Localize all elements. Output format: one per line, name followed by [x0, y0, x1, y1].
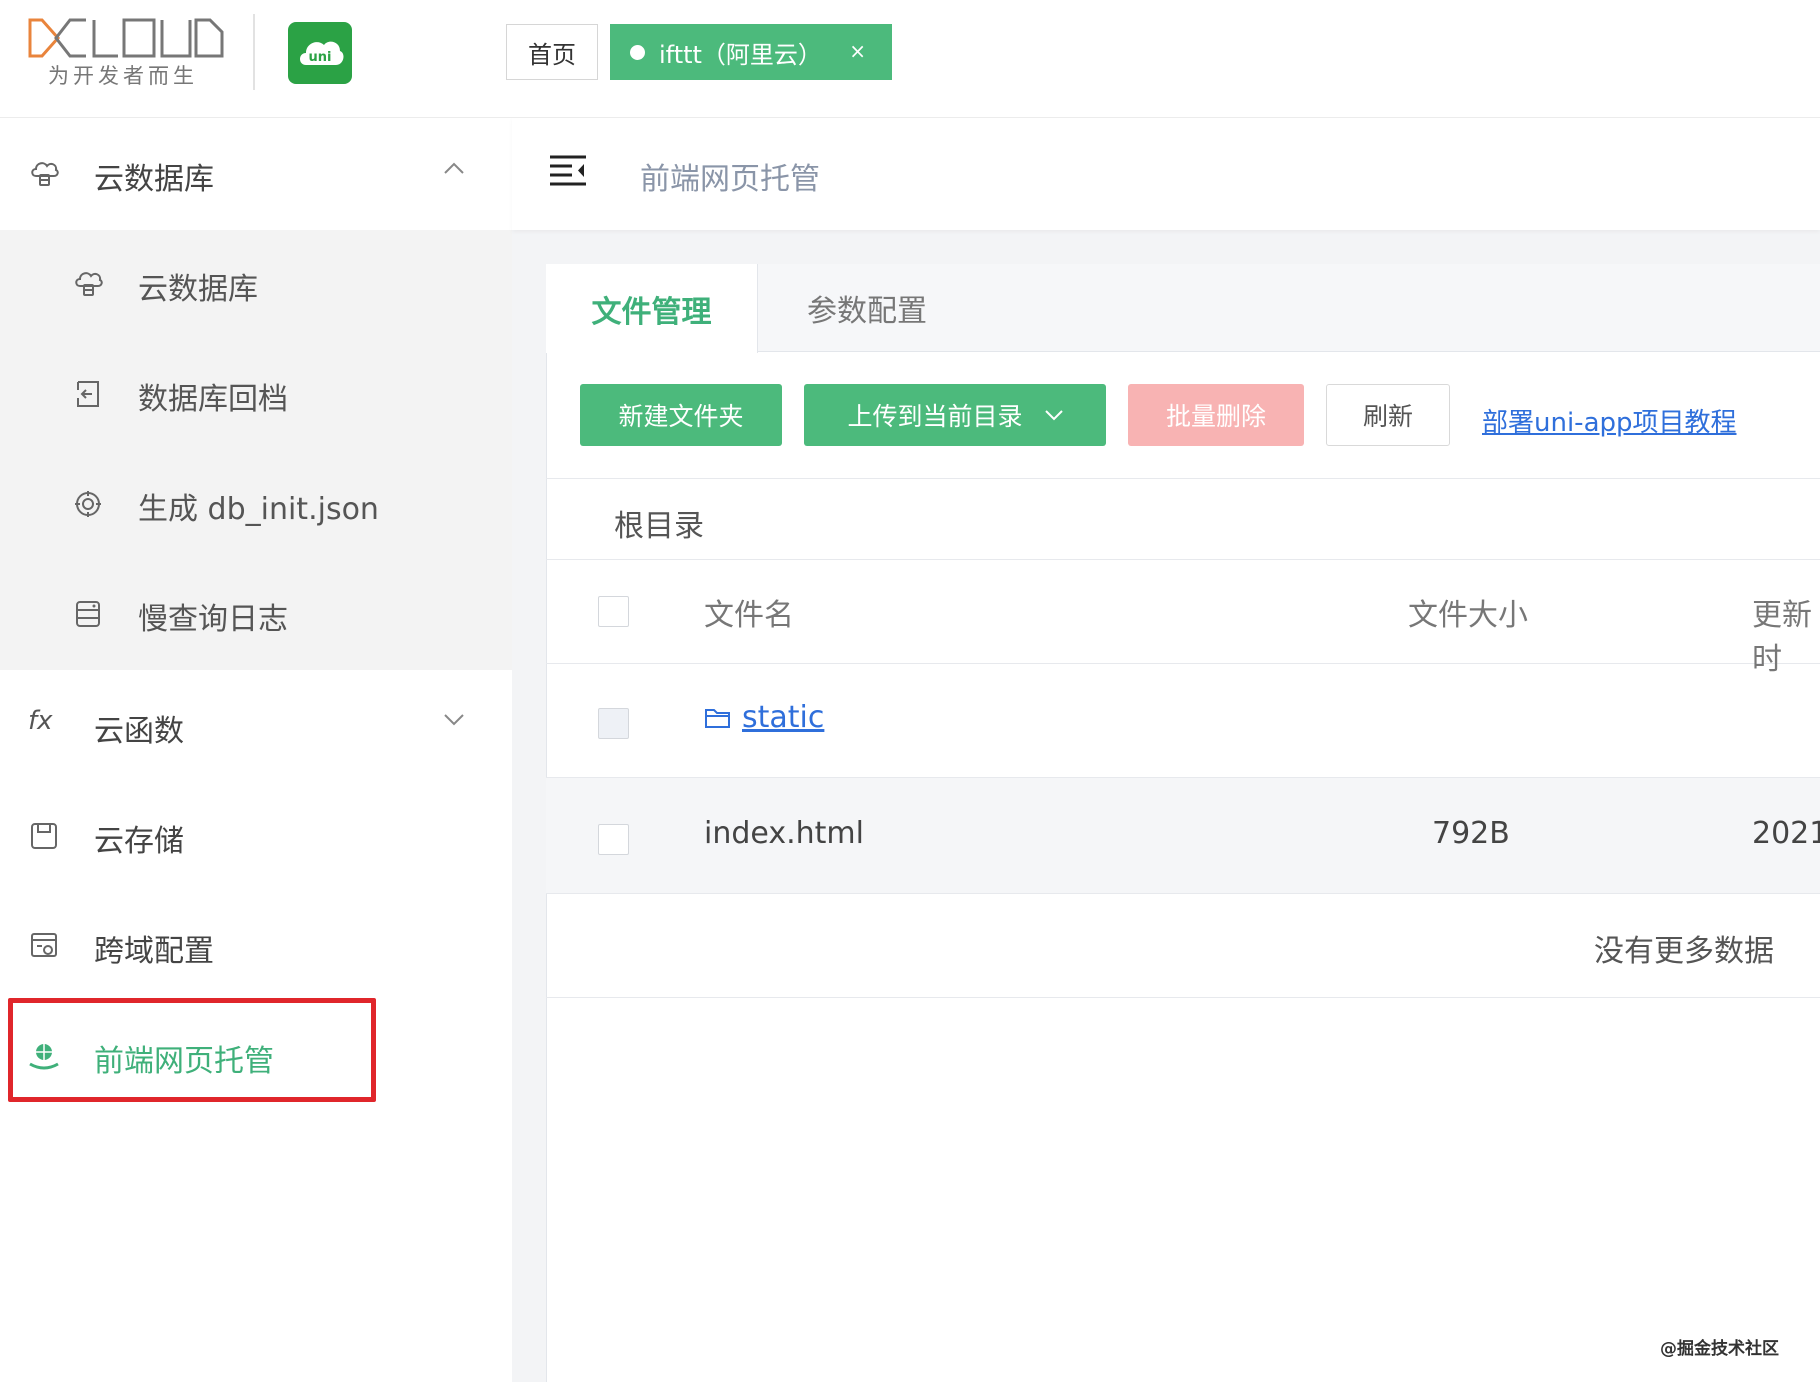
sidebar-item-label: 数据库回档 — [138, 382, 288, 417]
table-row[interactable]: static — [546, 664, 1820, 778]
sidebar-item-label: 云函数 — [94, 714, 184, 749]
uni-logo[interactable]: uni — [288, 22, 352, 84]
root-dir-label[interactable]: 根目录 — [614, 501, 704, 545]
generate-icon — [75, 491, 101, 517]
sidebar-item-cloud-storage[interactable]: 云存储 — [0, 782, 512, 892]
tab-close-icon[interactable]: × — [849, 39, 866, 63]
table-footer: 没有更多数据 — [546, 894, 1820, 998]
storage-icon — [31, 823, 57, 849]
file-updated: 2021 — [1752, 816, 1820, 851]
tab-status-dot-icon — [630, 44, 645, 60]
refresh-button[interactable]: 刷新 — [1326, 384, 1450, 446]
batch-delete-button[interactable]: 批量删除 — [1128, 384, 1304, 446]
cloud-database-icon — [31, 162, 59, 186]
log-icon — [76, 601, 100, 627]
row-checkbox — [598, 708, 629, 739]
table-row[interactable]: index.html 792B 2021 — [546, 778, 1820, 894]
upload-button[interactable]: 上传到当前目录 — [804, 384, 1106, 446]
tab-ifttt[interactable]: ifttt（阿里云） × — [610, 24, 892, 80]
dcloud-wordmark-icon — [28, 18, 224, 58]
sidebar-group-database-label: 云数据库 — [94, 162, 214, 197]
tab-params-config[interactable]: 参数配置 — [758, 264, 976, 352]
sidebar: 云数据库 云数据库 数据库回档 生成 db_init.json 慢查询日志 fx… — [0, 118, 512, 1382]
table-header: 文件名 文件大小 更新时 — [546, 560, 1820, 677]
select-all-checkbox[interactable] — [598, 596, 629, 627]
chevron-down-icon — [1044, 409, 1063, 420]
watermark: @掘金技术社区 — [1660, 1339, 1779, 1359]
folder-icon — [705, 709, 730, 728]
breadcrumb-root-dir: 根目录 — [546, 478, 1820, 560]
new-folder-button[interactable]: 新建文件夹 — [580, 384, 782, 446]
no-more-data: 没有更多数据 — [1594, 934, 1774, 969]
database-submenu: 云数据库 数据库回档 生成 db_init.json 慢查询日志 — [0, 230, 512, 670]
sidebar-item-cloud-database[interactable]: 云数据库 — [0, 230, 512, 340]
function-icon: fx — [28, 706, 53, 736]
sidebar-item-label: 云数据库 — [138, 272, 258, 307]
chevron-up-icon[interactable] — [444, 162, 464, 174]
dcloud-logo[interactable]: 为开发者而生 — [28, 18, 228, 88]
sidebar-item-slow-query-log[interactable]: 慢查询日志 — [0, 560, 512, 670]
tab-file-manage[interactable]: 文件管理 — [546, 264, 758, 353]
file-size: 792B — [1432, 816, 1510, 851]
breadcrumb: 前端网页托管 — [640, 162, 820, 197]
tutorial-link[interactable]: 部署uni-app项目教程 — [1482, 402, 1737, 439]
file-name-link[interactable]: static — [742, 700, 824, 735]
sidebar-item-rollback[interactable]: 数据库回档 — [0, 340, 512, 450]
sidebar-item-label: 云存储 — [94, 824, 184, 859]
sidebar-item-cloud-functions[interactable]: fx 云函数 — [0, 672, 512, 782]
row-checkbox[interactable] — [598, 824, 629, 855]
column-header-size: 文件大小 — [1408, 598, 1528, 633]
sidebar-group-database[interactable]: 云数据库 — [0, 120, 512, 230]
menu-toggle-icon[interactable] — [550, 154, 586, 186]
file-name: index.html — [704, 816, 864, 851]
sidebar-item-label: 生成 db_init.json — [138, 492, 379, 527]
upload-button-label: 上传到当前目录 — [847, 402, 1023, 431]
top-header: 为开发者而生 uni 首页 ifttt（阿里云） × — [0, 0, 1820, 118]
tab-ifttt-label: ifttt（阿里云） — [659, 40, 822, 69]
card-tabs: 文件管理 参数配置 — [546, 264, 1820, 353]
sidebar-item-cors-config[interactable]: 跨域配置 — [0, 892, 512, 1002]
column-header-name: 文件名 — [704, 598, 794, 633]
cloud-database-icon — [75, 272, 103, 296]
uni-cloud-icon: uni — [300, 41, 344, 65]
header-divider — [253, 14, 255, 90]
chevron-down-icon[interactable] — [444, 714, 464, 726]
tab-home[interactable]: 首页 — [506, 24, 598, 80]
sidebar-item-generate-db-init[interactable]: 生成 db_init.json — [0, 450, 512, 560]
uni-logo-text: uni — [309, 50, 332, 65]
logo-slogan: 为开发者而生 — [48, 64, 198, 88]
rollback-icon — [77, 381, 99, 407]
sidebar-item-label: 慢查询日志 — [138, 602, 288, 637]
sidebar-item-label: 跨域配置 — [94, 934, 214, 969]
cors-settings-icon — [31, 933, 57, 957]
highlight-box — [8, 998, 376, 1102]
